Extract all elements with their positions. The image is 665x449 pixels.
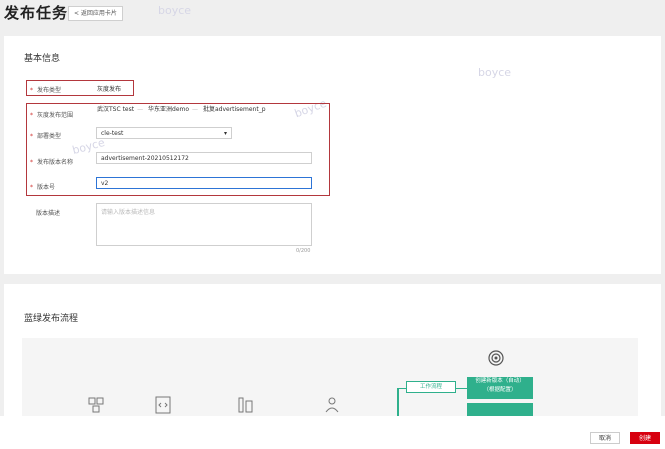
release-type-value: 灰度发布 bbox=[97, 86, 122, 93]
flow-step-next bbox=[467, 403, 533, 416]
page-title: 发布任务 bbox=[4, 4, 69, 22]
release-range-option[interactable]: 武汉TSC test bbox=[97, 106, 134, 113]
deploy-person-icon bbox=[325, 397, 339, 413]
release-range-label: * 灰度发布范围 bbox=[30, 112, 74, 119]
deploy-env-value: cle-test bbox=[101, 130, 124, 137]
description-counter: 0/200 bbox=[296, 248, 311, 254]
release-type-label: * 发布类型 bbox=[30, 87, 62, 94]
deploy-env-label: * 部署类型 bbox=[30, 133, 62, 140]
flow-connector bbox=[397, 388, 399, 416]
basic-info-title: 基本信息 bbox=[24, 54, 61, 64]
version-number-input[interactable]: v2 bbox=[96, 177, 312, 189]
chevron-down-icon: ▾ bbox=[223, 130, 227, 137]
cancel-button[interactable]: 取消 bbox=[590, 432, 620, 444]
create-button[interactable]: 创建 bbox=[630, 432, 660, 444]
code-file-icon bbox=[155, 396, 171, 414]
version-name-label: * 发布版本名称 bbox=[30, 159, 74, 166]
flow-step-create-version[interactable]: 创建新版本（自动） （根据配置） bbox=[467, 377, 533, 399]
release-range-option[interactable]: 批复advertisement_p bbox=[203, 106, 266, 113]
page-header: 发布任务 < 返回应用卡片 boyce bbox=[0, 0, 665, 28]
workflow-tag: 工作流程 bbox=[406, 381, 456, 393]
deploy-env-select[interactable]: cle-test ▾ bbox=[96, 127, 232, 139]
flow-step-label: 创建新版本（自动） bbox=[475, 378, 525, 384]
back-to-app-card-button[interactable]: < 返回应用卡片 bbox=[68, 6, 123, 21]
watermark: boyce bbox=[158, 4, 192, 17]
version-name-input[interactable]: advertisement-20210512172 bbox=[96, 152, 312, 164]
description-label: 版本描述 bbox=[36, 210, 61, 217]
cubes-icon bbox=[88, 397, 104, 413]
build-icon bbox=[238, 397, 253, 413]
watermark: boyce bbox=[478, 66, 512, 79]
version-number-label: * 版本号 bbox=[30, 184, 56, 191]
target-icon bbox=[488, 350, 504, 366]
footer-bar bbox=[0, 416, 665, 449]
option-separator: — bbox=[192, 106, 199, 113]
release-range-option[interactable]: 华东亚洲demo bbox=[148, 106, 189, 113]
release-range-options: 武汉TSC test — 华东亚洲demo — 批复advertisement_p bbox=[97, 104, 269, 113]
option-separator: — bbox=[137, 106, 144, 113]
flow-title: 蓝绿发布流程 bbox=[24, 314, 79, 324]
flow-step-sublabel: （根据配置） bbox=[483, 387, 517, 393]
description-textarea[interactable]: 请输入版本描述信息 bbox=[96, 203, 312, 246]
